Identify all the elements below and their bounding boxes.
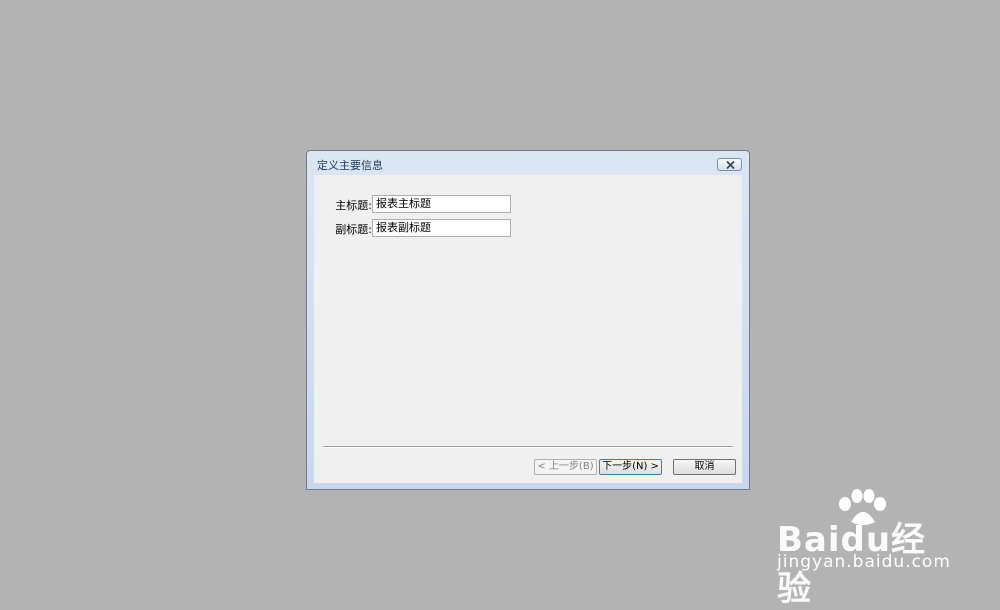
prev-button[interactable]: < 上一步(B) (534, 459, 597, 475)
dialog-titlebar[interactable]: 定义主要信息 (307, 151, 749, 175)
baidu-jingyan-watermark: Baidu经验 jingyan.baidu.com (765, 488, 950, 609)
dialog-title: 定义主要信息 (317, 159, 383, 172)
define-main-info-dialog: 定义主要信息 主标题: 报表主标题 副标题: 报表副标题 < 上一步(B) 下一… (306, 150, 750, 490)
main-title-row: 主标题: 报表主标题 (314, 195, 742, 213)
subtitle-input[interactable]: 报表副标题 (372, 219, 511, 237)
cancel-button[interactable]: 取消 (673, 459, 736, 475)
close-button[interactable] (717, 158, 742, 171)
main-title-input[interactable]: 报表主标题 (372, 195, 511, 213)
subtitle-row: 副标题: 报表副标题 (314, 219, 742, 237)
next-button[interactable]: 下一步(N) > (599, 459, 662, 475)
dialog-client-area: 主标题: 报表主标题 副标题: 报表副标题 < 上一步(B) 下一步(N) > … (314, 175, 742, 483)
button-separator (323, 446, 733, 448)
subtitle-label: 副标题: (335, 223, 372, 236)
watermark-url: jingyan.baidu.com (777, 552, 951, 572)
close-icon (726, 161, 735, 169)
main-title-label: 主标题: (335, 199, 372, 212)
